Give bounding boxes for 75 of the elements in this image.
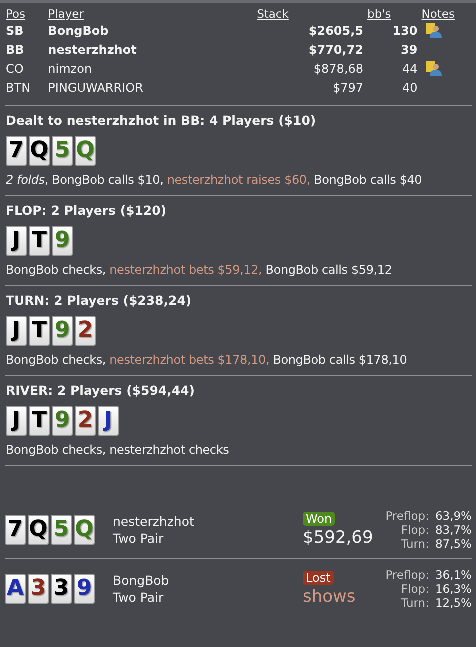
player-name-cell-text: nimzon [47, 60, 94, 78]
equity-value: 36,1% [435, 568, 472, 582]
equity-label: Preflop: [386, 509, 430, 523]
playing-card: 2 [75, 316, 96, 346]
playing-card: 9 [52, 406, 73, 436]
playing-card: Q [74, 515, 95, 545]
column-header[interactable]: Notes [422, 7, 455, 21]
equity-label: Preflop: [386, 568, 430, 582]
position-cell-text: BB [5, 42, 26, 58]
playing-card: 3 [51, 574, 72, 604]
player-name: nesterzhzhot [113, 514, 196, 529]
column-header[interactable]: Pos [6, 7, 26, 21]
player-name: BongBob [113, 573, 170, 588]
equity-label: Flop: [400, 582, 430, 596]
playing-card: J [6, 226, 27, 256]
playing-card: 9 [52, 316, 73, 346]
playing-card: 5 [52, 136, 73, 166]
result-amount: shows [303, 587, 356, 607]
action-line: 2 folds, BongBob calls $10, nesterzhzhot raises $60, BongBob calls $40 [6, 173, 424, 187]
equity-label: Turn: [400, 596, 430, 610]
equity-value: 87,5% [435, 537, 472, 551]
equity-value: 16,3% [435, 582, 472, 596]
position-cell-text: CO [5, 60, 25, 78]
street-title: FLOP: 2 Players ($120) [6, 203, 168, 218]
action-line: BongBob checks, nesterzhzhot bets $59,12, BongBob calls $59,12 [6, 263, 394, 277]
playing-card: 9 [52, 226, 73, 256]
result-badge: Won [303, 512, 336, 526]
player-name-cell-text: PINGUWARRIOR [47, 80, 144, 96]
equity-value: 12,5% [435, 596, 472, 610]
street-title: TURN: 2 Players ($238,24) [6, 293, 193, 308]
big-blinds-cell-text: 130 [392, 22, 419, 40]
stack-cell-text: $797 [332, 80, 365, 96]
equity-label: Flop: [400, 523, 430, 537]
stack-cell-text: $770,72 [308, 42, 365, 58]
playing-card: T [29, 226, 50, 256]
equity-value: 83,7% [435, 523, 472, 537]
equity-label: Turn: [400, 537, 430, 551]
equity-value: 63,9% [435, 509, 472, 523]
playing-card: T [29, 406, 50, 436]
playing-card: J [6, 316, 27, 346]
playing-card: 7 [5, 515, 26, 545]
playing-card: 9 [74, 574, 95, 604]
note-icon[interactable] [426, 23, 442, 38]
hand-rank: Two Pair [113, 590, 165, 605]
note-icon[interactable] [426, 61, 442, 76]
player-name-cell-text: BongBob [47, 22, 110, 40]
hand-rank: Two Pair [113, 531, 165, 546]
column-header[interactable]: Stack [257, 7, 289, 21]
big-blinds-cell-text: 40 [401, 80, 419, 96]
result-amount: $592,69 [303, 528, 374, 548]
player-name-cell-text: nesterzhzhot [47, 42, 138, 58]
playing-card: T [29, 316, 50, 346]
big-blinds-cell-text: 39 [400, 42, 419, 58]
playing-card: A [5, 574, 26, 604]
playing-card: 7 [6, 136, 27, 166]
action-line: BongBob checks, nesterzhzhot bets $178,10, BongBob calls $178,10 [6, 353, 408, 367]
big-blinds-cell-text: 44 [401, 60, 419, 78]
position-cell-text: SB [5, 22, 25, 40]
stack-cell-text: $878,68 [312, 60, 365, 78]
playing-card: 2 [75, 406, 96, 436]
column-header[interactable]: bb's [368, 7, 392, 21]
stack-cell-text: $2605,5 [308, 22, 365, 40]
result-badge: Lost [303, 571, 334, 585]
playing-card: Q [28, 515, 49, 545]
playing-card: J [6, 406, 27, 436]
playing-card: 3 [28, 574, 49, 604]
column-header[interactable]: Player [48, 7, 84, 21]
playing-card: 5 [51, 515, 72, 545]
action-line: BongBob checks, nesterzhzhot checks [6, 443, 230, 457]
street-title: Dealt to nesterzhzhot in BB: 4 Players ($10) [6, 113, 318, 128]
playing-card: Q [75, 136, 96, 166]
street-title: RIVER: 2 Players ($594,44) [6, 383, 196, 398]
position-cell-text: BTN [5, 80, 32, 96]
playing-card: Q [29, 136, 50, 166]
playing-card: J [98, 406, 119, 436]
